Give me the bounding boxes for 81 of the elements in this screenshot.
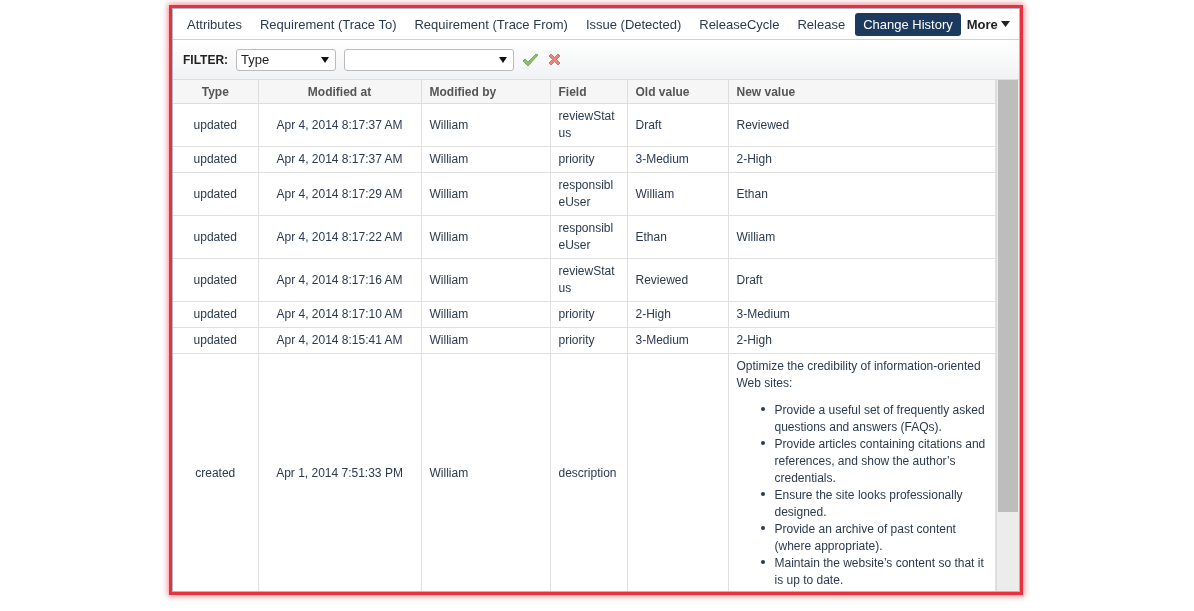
table-cell: William <box>736 229 776 244</box>
caret-icon <box>321 56 330 63</box>
column-header[interactable]: Field <box>550 80 627 104</box>
table-cell: Ethan <box>736 186 768 201</box>
table-cell: William <box>429 117 469 132</box>
table-cell: Apr 4, 2014 8:15:41 AM <box>276 333 403 347</box>
table-cell: updated <box>193 152 237 166</box>
list-item: Provide articles containing citations and references, and show the author’s credentials. <box>774 436 987 487</box>
table-cell: William <box>429 272 469 287</box>
table-cell: updated <box>193 272 237 287</box>
table-cell: 3-Medium <box>635 333 689 347</box>
table-cell: Apr 4, 2014 8:17:16 AM <box>276 272 403 287</box>
column-header[interactable]: Type <box>173 80 258 104</box>
clear-cross-icon[interactable] <box>547 52 563 67</box>
list-item: Provide a useful set of frequently asked questions and answers (FAQs). <box>774 402 986 436</box>
table-cell: William <box>429 152 469 166</box>
table-cell: Apr 4, 2014 8:17:29 AM <box>276 186 403 201</box>
table-cell: description <box>558 466 617 480</box>
table-cell: responsibleUser <box>558 221 614 252</box>
table-cell: William <box>429 466 469 480</box>
tab[interactable]: Attributes <box>179 12 250 36</box>
bullet-icon <box>760 441 765 445</box>
table-cell: Apr 4, 2014 8:17:37 AM <box>276 152 403 166</box>
table-cell: William <box>635 186 675 201</box>
filter-label: FILTER: <box>183 52 229 67</box>
column-header[interactable]: Old value <box>627 80 728 104</box>
table-cell-text: Optimize the credibility of information-oriented Web sites: <box>736 358 982 392</box>
column-header[interactable]: Modified by <box>421 80 550 104</box>
table-cell: 3-Medium <box>635 152 689 166</box>
tab[interactable]: Requirement (Trace To) <box>251 12 405 36</box>
table-cell: Apr 4, 2014 8:17:22 AM <box>276 229 403 244</box>
table-cell: created <box>195 466 236 480</box>
list-item: Provide an archive of past content (where appropriate). <box>774 521 957 555</box>
apply-check-icon[interactable] <box>522 52 540 67</box>
list-item: Maintain the website’s content so that it is up to date. <box>774 555 985 589</box>
bullet-icon <box>760 492 765 496</box>
filter-column-select[interactable]: Type <box>236 48 337 71</box>
table-cell: Reviewed <box>736 117 790 132</box>
table-cell: William <box>429 229 469 244</box>
table-cell: 2-High <box>736 333 772 347</box>
table-cell: Apr 4, 2014 8:17:10 AM <box>276 307 403 321</box>
table-cell: Apr 4, 2014 8:17:37 AM <box>276 117 403 132</box>
table-cell: Draft <box>635 117 662 132</box>
table-cell: 2-High <box>635 307 671 321</box>
table-cell: William <box>429 333 469 347</box>
table-cell: Reviewed <box>635 272 689 287</box>
table-cell: updated <box>193 229 237 244</box>
table-cell: William <box>429 186 469 201</box>
bullet-icon <box>760 407 765 411</box>
table-cell: priority <box>558 307 595 321</box>
table-cell: 3-Medium <box>736 307 790 321</box>
list-item: Ensure the site looks professionally designed. <box>774 487 964 521</box>
tab[interactable]: Release <box>789 12 854 36</box>
tab[interactable]: Requirement (Trace From) <box>406 12 576 36</box>
table-cell: reviewStatus <box>558 109 615 140</box>
table-cell: updated <box>193 117 237 132</box>
more-menu-button[interactable]: More <box>962 12 1014 36</box>
column-header[interactable]: New value <box>728 80 995 104</box>
table-cell: priority <box>558 333 595 347</box>
table-cell: updated <box>193 307 237 321</box>
table-cell: 2-High <box>736 152 772 166</box>
tab[interactable]: Change History <box>855 12 961 36</box>
scrollbar[interactable] <box>996 80 1019 591</box>
bullet-icon <box>760 526 765 530</box>
table-cell: reviewStatus <box>558 264 615 295</box>
table-cell: William <box>429 307 469 321</box>
table-cell: responsibleUser <box>558 178 614 209</box>
tab[interactable]: ReleaseCycle <box>691 12 788 36</box>
table-cell: Apr 1, 2014 7:51:33 PM <box>276 466 403 480</box>
filter-value-select[interactable] <box>344 48 515 71</box>
tab[interactable]: Issue (Detected) <box>577 12 690 36</box>
table-cell: Ethan <box>635 229 667 244</box>
table-cell: updated <box>193 333 237 347</box>
table-cell: Draft <box>736 272 763 287</box>
table-cell: updated <box>193 186 237 201</box>
table-cell: priority <box>558 152 595 166</box>
caret-icon <box>499 56 508 63</box>
column-header[interactable]: Modified at <box>258 80 421 104</box>
scrollbar-thumb[interactable] <box>998 80 1018 512</box>
bullet-icon <box>760 560 765 564</box>
caret-icon <box>1000 21 1010 27</box>
